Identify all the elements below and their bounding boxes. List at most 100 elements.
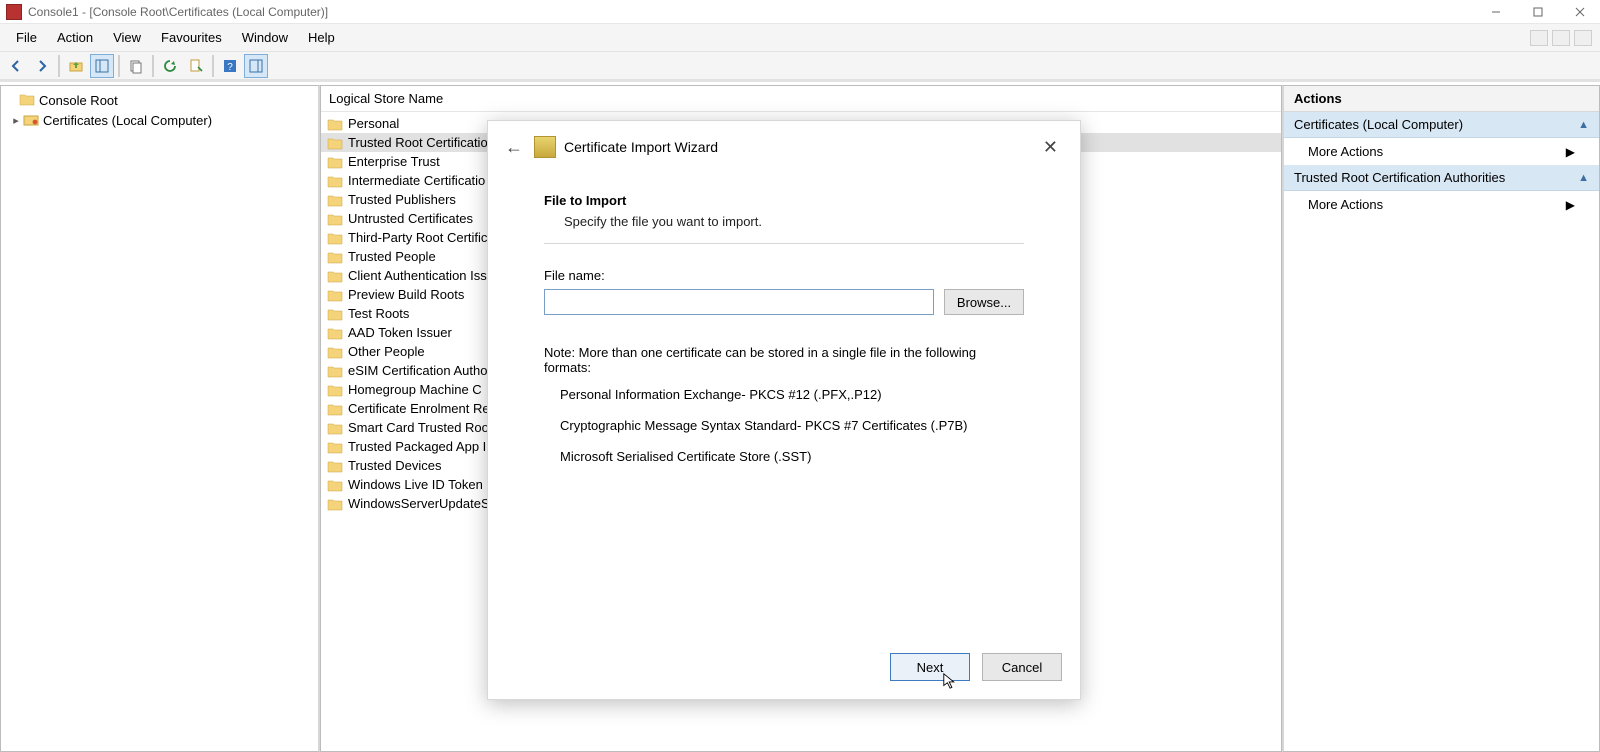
more-actions[interactable]: More Actions ▶ [1284, 138, 1599, 165]
certificates-snapin-icon [23, 112, 39, 128]
wizard-heading: File to Import [544, 193, 1024, 208]
list-item-label: Trusted People [348, 249, 436, 264]
menu-help[interactable]: Help [298, 26, 345, 49]
more-actions-label: More Actions [1308, 197, 1383, 212]
dialog-close-button[interactable]: ✕ [1035, 133, 1066, 162]
note-text: Note: More than one certificate can be s… [544, 345, 1024, 375]
list-item-label: WindowsServerUpdateS [348, 496, 490, 511]
wizard-title: Certificate Import Wizard [564, 139, 718, 155]
file-name-input[interactable] [544, 289, 934, 315]
actions-section-certificates[interactable]: Certificates (Local Computer) ▲ [1284, 112, 1599, 138]
actions-section-label: Trusted Root Certification Authorities [1294, 170, 1505, 185]
folder-icon [327, 193, 343, 207]
folder-icon [327, 421, 343, 435]
separator [58, 55, 60, 77]
format-sst: Microsoft Serialised Certificate Store (… [560, 449, 1024, 464]
folder-icon [19, 92, 35, 108]
list-item-label: AAD Token Issuer [348, 325, 452, 340]
expand-caret-icon[interactable]: ▸ [9, 114, 23, 127]
list-item-label: Smart Card Trusted Root [348, 420, 493, 435]
folder-icon [327, 212, 343, 226]
folder-icon [327, 459, 343, 473]
list-item-label: Preview Build Roots [348, 287, 464, 302]
list-item-label: Trusted Packaged App In [348, 439, 494, 454]
show-hide-tree-button[interactable] [90, 54, 114, 78]
next-button[interactable]: Next [890, 653, 970, 681]
menu-action[interactable]: Action [47, 26, 103, 49]
refresh-button[interactable] [158, 54, 182, 78]
actions-section-label: Certificates (Local Computer) [1294, 117, 1463, 132]
up-folder-button[interactable] [64, 54, 88, 78]
folder-icon [327, 364, 343, 378]
separator [212, 55, 214, 77]
folder-icon [327, 250, 343, 264]
list-item-label: Enterprise Trust [348, 154, 440, 169]
close-button[interactable] [1566, 2, 1594, 22]
mdi-restore-button[interactable] [1552, 30, 1570, 46]
list-item-label: Client Authentication Iss [348, 268, 487, 283]
list-item-label: Trusted Devices [348, 458, 441, 473]
show-hide-actions-button[interactable] [244, 54, 268, 78]
collapse-icon: ▲ [1578, 172, 1589, 184]
folder-icon [327, 478, 343, 492]
menu-file[interactable]: File [6, 26, 47, 49]
divider [544, 243, 1024, 244]
file-name-label: File name: [544, 268, 1024, 283]
list-item-label: Certificate Enrolment Re [348, 401, 490, 416]
list-item-label: Personal [348, 116, 399, 131]
export-list-button[interactable] [184, 54, 208, 78]
collapse-icon: ▲ [1578, 119, 1589, 131]
nav-forward-button[interactable] [30, 54, 54, 78]
folder-icon [327, 288, 343, 302]
tree-root-node[interactable]: Console Root [1, 90, 318, 110]
list-item-label: Trusted Root Certificatio [348, 135, 488, 150]
list-item-label: Homegroup Machine C [348, 382, 482, 397]
certificate-icon [534, 136, 556, 158]
help-button[interactable]: ? [218, 54, 242, 78]
nav-back-button[interactable] [4, 54, 28, 78]
folder-icon [327, 231, 343, 245]
tree-child-node[interactable]: ▸ Certificates (Local Computer) [1, 110, 318, 130]
folder-icon [327, 117, 343, 131]
svg-text:?: ? [227, 62, 233, 73]
list-item-label: Trusted Publishers [348, 192, 456, 207]
actions-section-trusted-root[interactable]: Trusted Root Certification Authorities ▲ [1284, 165, 1599, 191]
folder-icon [327, 326, 343, 340]
folder-icon [327, 155, 343, 169]
more-actions-label: More Actions [1308, 144, 1383, 159]
minimize-button[interactable] [1482, 2, 1510, 22]
list-item-label: Untrusted Certificates [348, 211, 473, 226]
tree-child-label: Certificates (Local Computer) [43, 113, 212, 128]
list-item-label: eSIM Certification Autho [348, 363, 487, 378]
more-actions[interactable]: More Actions ▶ [1284, 191, 1599, 218]
menu-bar: File Action View Favourites Window Help [0, 24, 1600, 52]
list-item-label: Third-Party Root Certific [348, 230, 487, 245]
folder-icon [327, 307, 343, 321]
toolbar: ? [0, 52, 1600, 82]
list-item-label: Other People [348, 344, 425, 359]
list-item-label: Test Roots [348, 306, 409, 321]
cancel-button[interactable]: Cancel [982, 653, 1062, 681]
folder-icon [327, 269, 343, 283]
column-header[interactable]: Logical Store Name [321, 86, 1281, 112]
separator [152, 55, 154, 77]
mdi-minimize-button[interactable] [1530, 30, 1548, 46]
folder-icon [327, 497, 343, 511]
actions-pane: Actions Certificates (Local Computer) ▲ … [1282, 85, 1600, 752]
wizard-back-button[interactable]: ← [502, 137, 526, 158]
submenu-arrow-icon: ▶ [1566, 145, 1575, 159]
menu-favourites[interactable]: Favourites [151, 26, 232, 49]
format-pfx: Personal Information Exchange- PKCS #12 … [560, 387, 1024, 402]
menu-view[interactable]: View [103, 26, 151, 49]
folder-icon [327, 402, 343, 416]
list-item-label: Windows Live ID Token I [348, 477, 490, 492]
folder-icon [327, 174, 343, 188]
maximize-button[interactable] [1524, 2, 1552, 22]
copy-button[interactable] [124, 54, 148, 78]
menu-window[interactable]: Window [232, 26, 298, 49]
browse-button[interactable]: Browse... [944, 289, 1024, 315]
mdi-close-button[interactable] [1574, 30, 1592, 46]
wizard-subheading: Specify the file you want to import. [564, 214, 1024, 229]
separator [118, 55, 120, 77]
folder-icon [327, 383, 343, 397]
